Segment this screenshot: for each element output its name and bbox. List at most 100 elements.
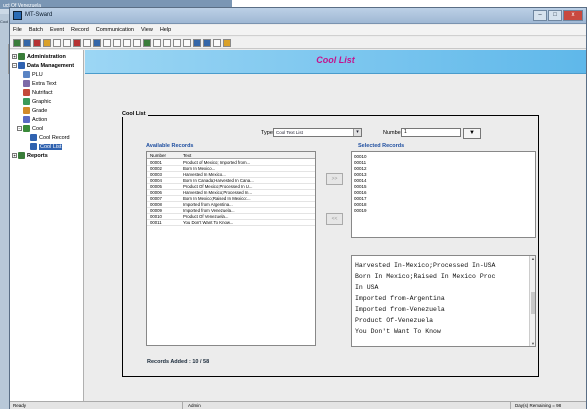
save-icon[interactable] [23, 38, 31, 47]
status-user: Admin [188, 403, 201, 408]
table-row[interactable]: 00011 You Don't Want To Know... [147, 220, 315, 226]
selected-records-list[interactable]: 00010 00011 00012 00013 00014 00015 0001… [351, 151, 536, 238]
tree-item-administration[interactable]: + Administration [12, 53, 66, 60]
tree-item-graphic[interactable]: Graphic [23, 98, 51, 105]
list-item[interactable]: 00018 [354, 202, 367, 207]
preview-line: Imported from-Venezuela [355, 306, 445, 313]
pause-icon[interactable] [213, 38, 221, 47]
tree-item-data-management[interactable]: − Data Management [12, 62, 74, 69]
page-title: Cool List [316, 55, 355, 65]
scrollbar-thumb[interactable] [531, 292, 535, 314]
number-input[interactable]: 1 [401, 128, 461, 137]
list-item[interactable]: 00014 [354, 178, 367, 183]
menu-communication[interactable]: Communication [96, 27, 134, 33]
tree-item-reports[interactable]: + Reports [12, 152, 48, 159]
paste-icon[interactable] [63, 38, 71, 47]
folder-icon[interactable] [43, 38, 51, 47]
column-number[interactable]: Number [150, 153, 166, 158]
table-header: Number Text [147, 152, 315, 159]
send-icon[interactable] [193, 38, 201, 47]
tree-item-cool-list[interactable]: Cool List [30, 143, 63, 150]
title-bar[interactable]: MT-Sward – □ x [10, 8, 586, 24]
action-icon [23, 116, 30, 123]
row-number: 00011 [150, 220, 162, 225]
next-record-icon[interactable] [173, 38, 181, 47]
desktop: { "background_window": { "title": "uct O… [0, 0, 587, 409]
row-text: Born In Mexico... [183, 166, 216, 171]
list-item[interactable]: 00017 [354, 196, 367, 201]
type-select[interactable]: Cool Text List ▾ [273, 128, 362, 137]
menu-file[interactable]: File [13, 27, 22, 33]
chevron-down-icon[interactable]: ▾ [353, 129, 361, 136]
help-icon[interactable] [223, 38, 231, 47]
filter-icon[interactable] [123, 38, 131, 47]
background-window-side-label: Cool [0, 19, 9, 24]
sort-icon[interactable] [133, 38, 141, 47]
tree-item-action[interactable]: Action [23, 116, 47, 123]
remove-record-button[interactable]: << [326, 213, 343, 225]
delete-icon[interactable] [33, 38, 41, 47]
tree-item-cool-record[interactable]: Cool Record [30, 134, 70, 141]
export-icon[interactable] [143, 38, 151, 47]
find-icon[interactable] [113, 38, 121, 47]
expand-toggle[interactable]: + [12, 54, 17, 59]
tree-item-nutrifact[interactable]: Nutrifact [23, 89, 52, 96]
page-banner: Cool List [85, 50, 586, 74]
scroll-down-icon[interactable]: ▼ [530, 341, 535, 346]
redo-icon[interactable] [83, 38, 91, 47]
previous-record-icon[interactable] [163, 38, 171, 47]
group-label: Cool List [120, 111, 148, 117]
first-record-icon[interactable] [153, 38, 161, 47]
expand-toggle[interactable]: + [12, 153, 17, 158]
menu-record[interactable]: Record [71, 27, 89, 33]
list-item[interactable]: 00013 [354, 172, 367, 177]
last-record-icon[interactable] [183, 38, 191, 47]
minimize-button[interactable]: – [533, 10, 547, 21]
preview-line: In USA [355, 284, 379, 291]
row-number: 00003 [150, 172, 162, 177]
row-number: 00004 [150, 178, 162, 183]
copy-icon[interactable] [53, 38, 61, 47]
status-divider [182, 402, 183, 409]
number-dropdown-icon[interactable]: ▼ [463, 128, 481, 139]
list-item[interactable]: 00012 [354, 166, 367, 171]
menu-view[interactable]: View [141, 27, 153, 33]
menu-event[interactable]: Event [50, 27, 64, 33]
add-record-button[interactable]: >> [326, 173, 343, 185]
vertical-scrollbar[interactable]: ▲ ▼ [529, 256, 535, 346]
collapse-toggle[interactable]: − [12, 63, 17, 68]
preview-line: Born In Mexico;Raised In Mexico Proc [355, 273, 496, 280]
undo-icon[interactable] [73, 38, 81, 47]
toolbar [10, 37, 586, 49]
receive-icon[interactable] [203, 38, 211, 47]
menu-batch[interactable]: Batch [29, 27, 43, 33]
list-item[interactable]: 00010 [354, 154, 367, 159]
cut-icon[interactable] [103, 38, 111, 47]
column-text[interactable]: Text [183, 153, 191, 158]
collapse-toggle[interactable]: − [17, 126, 22, 131]
tree-item-grade[interactable]: Grade [23, 107, 47, 114]
list-item[interactable]: 00011 [354, 160, 366, 165]
list-item[interactable]: 00015 [354, 184, 367, 189]
list-item[interactable]: 00016 [354, 190, 367, 195]
print-icon[interactable] [93, 38, 101, 47]
record-text-preview[interactable]: Harvested In-Mexico;Processed In-USA Bor… [351, 255, 536, 347]
window-controls: – □ x [533, 10, 583, 21]
tree-item-extra-text[interactable]: Extra Text [23, 80, 56, 87]
tree-item-label: Cool [32, 125, 44, 132]
tree-item-label: Cool Record [39, 134, 70, 141]
scroll-up-icon[interactable]: ▲ [530, 256, 535, 261]
menu-help[interactable]: Help [160, 27, 171, 33]
close-button[interactable]: x [563, 10, 583, 21]
tree-item-cool[interactable]: − Cool [17, 125, 43, 132]
database-icon [18, 62, 25, 69]
preview-line: Product Of-Venezuela [355, 317, 434, 324]
type-label: Type [261, 130, 273, 136]
tree-item-plu[interactable]: PLU [23, 71, 43, 78]
grid-icon[interactable] [13, 38, 21, 47]
plu-icon [23, 71, 30, 78]
list-item[interactable]: 00019 [354, 208, 367, 213]
maximize-button[interactable]: □ [548, 10, 562, 21]
available-records-table[interactable]: Number Text 00001 Product of Mexico; Impo… [146, 151, 316, 346]
grade-icon [23, 107, 30, 114]
